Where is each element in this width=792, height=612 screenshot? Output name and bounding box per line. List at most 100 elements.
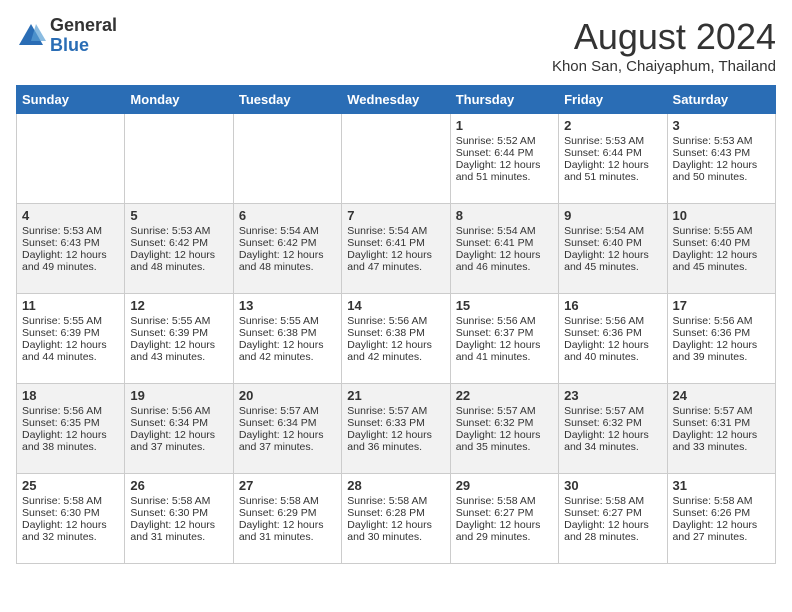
day-number: 16 (564, 298, 661, 313)
cell-content-line: Sunset: 6:43 PM (22, 237, 119, 249)
cell-content-line: and 36 minutes. (347, 441, 444, 453)
cell-content-line: Sunrise: 5:54 AM (347, 225, 444, 237)
day-number: 3 (673, 118, 770, 133)
cell-content-line: Sunrise: 5:54 AM (239, 225, 336, 237)
calendar-cell (125, 114, 233, 204)
cell-content-line: Daylight: 12 hours (239, 339, 336, 351)
cell-content-line: Daylight: 12 hours (673, 249, 770, 261)
cell-content-line: Sunrise: 5:57 AM (456, 405, 553, 417)
cell-content-line: Sunrise: 5:58 AM (130, 495, 227, 507)
cell-content-line: and 31 minutes. (130, 531, 227, 543)
day-number: 26 (130, 478, 227, 493)
day-number: 19 (130, 388, 227, 403)
cell-content-line: Daylight: 12 hours (456, 339, 553, 351)
cell-content-line: Sunset: 6:32 PM (456, 417, 553, 429)
calendar-cell: 25Sunrise: 5:58 AMSunset: 6:30 PMDayligh… (17, 474, 125, 564)
day-number: 22 (456, 388, 553, 403)
header-saturday: Saturday (667, 86, 775, 114)
header-monday: Monday (125, 86, 233, 114)
cell-content-line: and 46 minutes. (456, 261, 553, 273)
cell-content-line: Sunset: 6:30 PM (130, 507, 227, 519)
cell-content-line: Sunrise: 5:56 AM (456, 315, 553, 327)
calendar-cell: 17Sunrise: 5:56 AMSunset: 6:36 PMDayligh… (667, 294, 775, 384)
calendar-cell: 12Sunrise: 5:55 AMSunset: 6:39 PMDayligh… (125, 294, 233, 384)
cell-content-line: Sunset: 6:41 PM (347, 237, 444, 249)
header-sunday: Sunday (17, 86, 125, 114)
cell-content-line: Sunrise: 5:55 AM (239, 315, 336, 327)
logo-blue-text: Blue (50, 36, 117, 56)
header-thursday: Thursday (450, 86, 558, 114)
calendar-cell: 24Sunrise: 5:57 AMSunset: 6:31 PMDayligh… (667, 384, 775, 474)
calendar-cell: 2Sunrise: 5:53 AMSunset: 6:44 PMDaylight… (559, 114, 667, 204)
cell-content-line: Sunset: 6:36 PM (673, 327, 770, 339)
cell-content-line: and 37 minutes. (130, 441, 227, 453)
logo-icon (16, 21, 46, 51)
cell-content-line: Sunrise: 5:53 AM (130, 225, 227, 237)
cell-content-line: Sunrise: 5:56 AM (22, 405, 119, 417)
cell-content-line: and 29 minutes. (456, 531, 553, 543)
day-number: 8 (456, 208, 553, 223)
cell-content-line: Daylight: 12 hours (564, 159, 661, 171)
week-row-1: 1Sunrise: 5:52 AMSunset: 6:44 PMDaylight… (17, 114, 776, 204)
cell-content-line: Sunrise: 5:56 AM (564, 315, 661, 327)
cell-content-line: Sunset: 6:31 PM (673, 417, 770, 429)
cell-content-line: Sunrise: 5:55 AM (673, 225, 770, 237)
calendar-cell: 22Sunrise: 5:57 AMSunset: 6:32 PMDayligh… (450, 384, 558, 474)
cell-content-line: and 43 minutes. (130, 351, 227, 363)
cell-content-line: and 42 minutes. (347, 351, 444, 363)
day-number: 10 (673, 208, 770, 223)
cell-content-line: Sunrise: 5:57 AM (347, 405, 444, 417)
cell-content-line: Sunrise: 5:58 AM (22, 495, 119, 507)
header-wednesday: Wednesday (342, 86, 450, 114)
day-number: 2 (564, 118, 661, 133)
day-number: 11 (22, 298, 119, 313)
day-number: 14 (347, 298, 444, 313)
cell-content-line: and 34 minutes. (564, 441, 661, 453)
day-number: 23 (564, 388, 661, 403)
cell-content-line: Sunrise: 5:58 AM (673, 495, 770, 507)
cell-content-line: Sunset: 6:33 PM (347, 417, 444, 429)
cell-content-line: Sunset: 6:37 PM (456, 327, 553, 339)
cell-content-line: Daylight: 12 hours (456, 159, 553, 171)
day-number: 4 (22, 208, 119, 223)
cell-content-line: Sunrise: 5:54 AM (456, 225, 553, 237)
cell-content-line: Sunset: 6:44 PM (564, 147, 661, 159)
day-number: 30 (564, 478, 661, 493)
day-number: 31 (673, 478, 770, 493)
day-number: 5 (130, 208, 227, 223)
cell-content-line: Sunrise: 5:53 AM (673, 135, 770, 147)
calendar-cell: 23Sunrise: 5:57 AMSunset: 6:32 PMDayligh… (559, 384, 667, 474)
calendar-cell: 30Sunrise: 5:58 AMSunset: 6:27 PMDayligh… (559, 474, 667, 564)
calendar-cell: 18Sunrise: 5:56 AMSunset: 6:35 PMDayligh… (17, 384, 125, 474)
cell-content-line: and 38 minutes. (22, 441, 119, 453)
logo: General Blue (16, 16, 117, 56)
cell-content-line: Daylight: 12 hours (347, 249, 444, 261)
calendar-cell (17, 114, 125, 204)
cell-content-line: and 48 minutes. (130, 261, 227, 273)
cell-content-line: Daylight: 12 hours (673, 159, 770, 171)
cell-content-line: and 35 minutes. (456, 441, 553, 453)
day-number: 9 (564, 208, 661, 223)
cell-content-line: and 37 minutes. (239, 441, 336, 453)
cell-content-line: and 45 minutes. (564, 261, 661, 273)
cell-content-line: Daylight: 12 hours (130, 339, 227, 351)
calendar-cell: 20Sunrise: 5:57 AMSunset: 6:34 PMDayligh… (233, 384, 341, 474)
calendar-cell: 29Sunrise: 5:58 AMSunset: 6:27 PMDayligh… (450, 474, 558, 564)
cell-content-line: and 49 minutes. (22, 261, 119, 273)
cell-content-line: Sunset: 6:27 PM (456, 507, 553, 519)
cell-content-line: Daylight: 12 hours (22, 429, 119, 441)
cell-content-line: Sunrise: 5:58 AM (347, 495, 444, 507)
cell-content-line: Sunset: 6:40 PM (673, 237, 770, 249)
cell-content-line: Sunset: 6:41 PM (456, 237, 553, 249)
day-number: 29 (456, 478, 553, 493)
calendar-cell: 14Sunrise: 5:56 AMSunset: 6:38 PMDayligh… (342, 294, 450, 384)
cell-content-line: Sunrise: 5:53 AM (22, 225, 119, 237)
cell-content-line: Daylight: 12 hours (673, 339, 770, 351)
cell-content-line: Daylight: 12 hours (347, 429, 444, 441)
calendar-cell: 26Sunrise: 5:58 AMSunset: 6:30 PMDayligh… (125, 474, 233, 564)
day-number: 20 (239, 388, 336, 403)
header-tuesday: Tuesday (233, 86, 341, 114)
calendar-cell: 13Sunrise: 5:55 AMSunset: 6:38 PMDayligh… (233, 294, 341, 384)
day-number: 27 (239, 478, 336, 493)
calendar-cell: 31Sunrise: 5:58 AMSunset: 6:26 PMDayligh… (667, 474, 775, 564)
